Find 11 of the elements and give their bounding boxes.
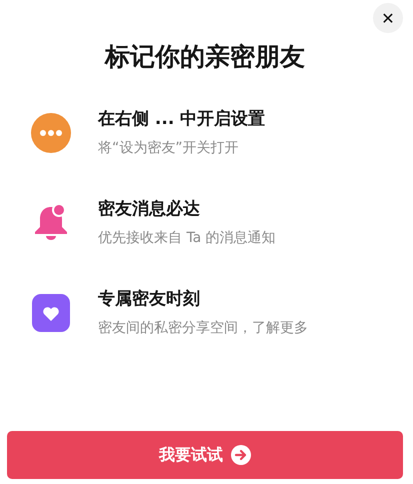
dialog-title: 标记你的亲密朋友 [103, 41, 306, 73]
feature-description: 将“设为密友”开关打开 [98, 139, 240, 158]
feature-title: 密友消息必达 [98, 198, 201, 220]
feature-title: 在右侧 ... 中开启设置 [98, 108, 266, 130]
arrow-right-icon [231, 445, 251, 465]
feature-title: 专属密友时刻 [98, 288, 201, 310]
try-button[interactable]: 我要试试 [7, 431, 403, 479]
close-button[interactable]: ✕ [373, 3, 403, 33]
feature-description: 优先接收来自 Ta 的消息通知 [98, 229, 276, 248]
more-icon [30, 113, 70, 153]
feature-description: 密友间的私密分享空间，了解更多 [98, 319, 308, 338]
